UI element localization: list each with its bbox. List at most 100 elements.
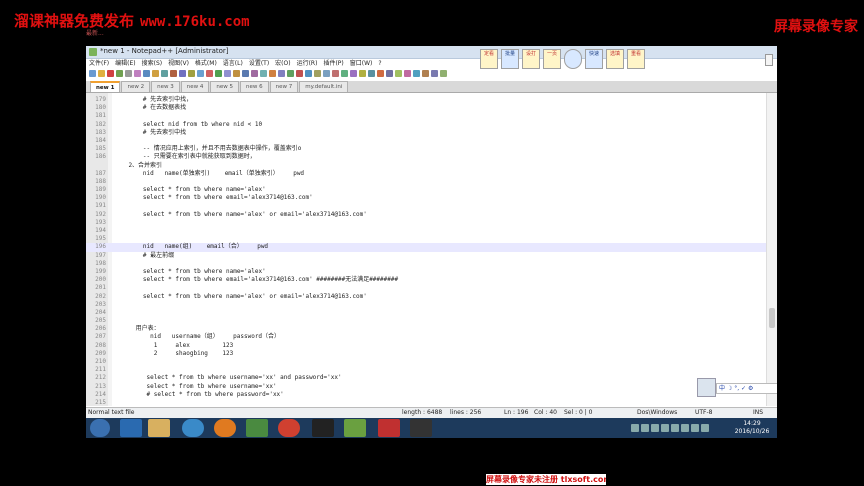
document-tab[interactable]: new 5 [210,81,239,92]
editor-area[interactable]: 179 # 先去索引中找， 180 # 在去数据表找 181 182 select n… [86,93,766,406]
ime-widget[interactable]: 中 ☽ °, ✓ ⚙ [694,376,777,398]
plugin-toolbar-button[interactable]: 选填 [606,49,624,69]
toolbar-button[interactable] [368,69,375,77]
code-line[interactable]: 207 nid username（组） password（合） [86,333,766,341]
code-line[interactable]: 183 # 先去索引中找 [86,129,766,137]
code-line[interactable]: 199 select * from tb where name='alex' [86,268,766,276]
plugin-toolbar-button[interactable]: 批量 [501,49,519,69]
tray-icon[interactable] [651,424,659,432]
toolbar-button[interactable] [350,69,357,77]
toolbar-button[interactable] [143,69,150,77]
menu-item[interactable]: 文件(F) [86,59,112,68]
toolbar-button[interactable] [386,69,393,77]
code-line[interactable]: 209 2 shaogbing 123 [86,350,766,358]
code-line[interactable]: 191 [86,202,766,210]
document-tab[interactable]: new 4 [180,81,210,92]
clock[interactable]: 14:29 2016/10/26 [731,420,773,436]
toolbar-button[interactable] [323,69,330,77]
code-line[interactable]: 192 select * from tb where name='alex' o… [86,211,766,219]
plugin-toolbar-button[interactable]: 快速 [585,49,603,69]
code-line[interactable]: 200 select * from tb where email='alex37… [86,276,766,284]
code-line[interactable]: 180 # 在去数据表找 [86,104,766,112]
menu-item[interactable]: ? [375,59,384,68]
code-line[interactable]: 201 [86,284,766,292]
code-line[interactable]: 198 [86,260,766,268]
code-line[interactable]: 181 [86,112,766,120]
tray-icon[interactable] [661,424,669,432]
tray-icon[interactable] [641,424,649,432]
start-button[interactable] [90,419,110,437]
toolbar-button[interactable] [278,69,285,77]
toolbar-button[interactable] [116,69,123,77]
toolbar-button[interactable] [134,69,141,77]
gear-icon[interactable] [564,49,582,69]
plugin-toolbar-button[interactable]: 定看 [480,49,498,69]
tray-icon[interactable] [691,424,699,432]
toolbar-button[interactable] [269,69,276,77]
taskbar-media-icon[interactable] [214,419,236,437]
toolbar-button[interactable] [179,69,186,77]
menu-item[interactable]: 语言(L) [220,59,246,68]
code-line[interactable]: 189 select * from tb where name='alex' [86,186,766,194]
document-tab[interactable]: new 1 [90,81,121,92]
menu-item[interactable]: 设置(T) [246,59,272,68]
code-line[interactable]: 203 [86,301,766,309]
code-line[interactable]: 214 # select * from tb where password='x… [86,391,766,399]
menu-item[interactable]: 视图(V) [165,59,192,68]
tray-icon[interactable] [631,424,639,432]
code-line[interactable]: 212 select * from tb where username='xx'… [86,374,766,382]
code-line[interactable]: 197 # 最左前缀 [86,252,766,260]
toolbar-button[interactable] [161,69,168,77]
toolbar-button[interactable] [413,69,420,77]
document-tab[interactable]: new 6 [239,81,269,92]
taskbar-ie-icon[interactable] [120,419,142,437]
taskbar-explorer-icon[interactable] [148,419,170,437]
document-tab[interactable]: new 2 [121,81,151,92]
toolbar-button[interactable] [188,69,195,77]
menu-item[interactable]: 运行(R) [294,59,321,68]
toolbar-button[interactable] [305,69,312,77]
plugin-toolbar-button[interactable]: 设打 [522,49,540,69]
menu-item[interactable]: 宏(O) [272,59,293,68]
code-line[interactable]: 204 [86,309,766,317]
toolbar-button[interactable] [89,69,96,77]
toolbar-button[interactable] [125,69,132,77]
toolbar-button[interactable] [107,69,114,77]
taskbar-qq-icon[interactable] [182,419,204,437]
code-line[interactable]: 196 nid name(组) email（合） pwd [86,243,766,252]
menu-item[interactable]: 编辑(E) [112,59,138,68]
taskbar-pycharm-icon[interactable] [410,419,432,437]
toolbar-button[interactable] [332,69,339,77]
toolbar-button[interactable] [260,69,267,77]
tray-icon[interactable] [681,424,689,432]
code-line[interactable]: 215 [86,399,766,406]
code-line[interactable]: 182 select nid from tb where nid < 10 [86,121,766,129]
document-tab[interactable]: new 3 [151,81,180,92]
taskbar-notepadpp-icon[interactable] [344,419,366,437]
ime-status-bar[interactable]: 中 ☽ °, ✓ ⚙ [716,383,777,394]
document-tab[interactable]: new 7 [269,81,299,92]
toolbar-button[interactable] [170,69,177,77]
toolbar-button[interactable] [233,69,240,77]
code-line[interactable]: 184 [86,137,766,145]
tray-icon[interactable] [701,424,709,432]
toolbar-button[interactable] [152,69,159,77]
code-line[interactable]: 210 [86,358,766,366]
code-line[interactable]: 193 [86,219,766,227]
toolbar-button[interactable] [287,69,294,77]
window-restore-button[interactable] [765,54,773,66]
taskbar-terminal-icon[interactable] [312,419,334,437]
menu-item[interactable]: 格式(M) [192,59,220,68]
code-line[interactable]: 187 nid name(单独索引) email（单独索引） pwd [86,170,766,178]
code-line[interactable]: 188 [86,178,766,186]
taskbar-recorder-icon[interactable] [378,419,400,437]
code-line[interactable]: 211 [86,366,766,374]
plugin-toolbar-button[interactable]: 重看 [627,49,645,69]
toolbar-button[interactable] [395,69,402,77]
toolbar-button[interactable] [206,69,213,77]
toolbar-button[interactable] [404,69,411,77]
toolbar-button[interactable] [359,69,366,77]
plugin-toolbar-button[interactable]: 一页 [543,49,561,69]
toolbar-button[interactable] [242,69,249,77]
toolbar-button[interactable] [197,69,204,77]
